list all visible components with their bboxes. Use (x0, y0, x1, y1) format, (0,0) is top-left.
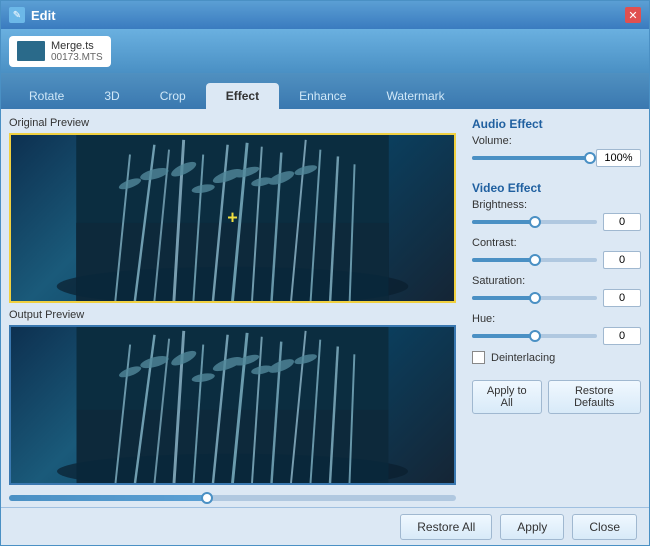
audio-effect-title: Audio Effect (472, 117, 641, 131)
tab-crop[interactable]: Crop (140, 83, 206, 109)
seekbar-fill (9, 495, 206, 501)
volume-label: Volume: (472, 135, 641, 147)
deinterlacing-label: Deinterlacing (491, 352, 555, 364)
output-preview-box (9, 325, 456, 485)
original-preview-section: Original Preview (9, 117, 456, 303)
brightness-thumb[interactable] (529, 216, 541, 228)
file-bar: Merge.ts 00173.MTS (1, 29, 649, 73)
brightness-slider-row (472, 213, 641, 231)
content-area: Original Preview (1, 109, 649, 507)
hue-label: Hue: (472, 313, 641, 325)
output-preview-image (11, 327, 454, 483)
hue-slider-row (472, 327, 641, 345)
output-svg (11, 327, 454, 483)
video-effect-title: Video Effect (472, 181, 641, 195)
footer: Restore All Apply Close (1, 507, 649, 545)
volume-row: Volume: (472, 135, 641, 167)
saturation-thumb[interactable] (529, 292, 541, 304)
close-window-button[interactable]: ✕ (625, 7, 641, 23)
tab-effect[interactable]: Effect (206, 83, 279, 109)
tab-enhance[interactable]: Enhance (279, 83, 366, 109)
hue-thumb[interactable] (529, 330, 541, 342)
original-preview-box: + (9, 133, 456, 303)
video-effect-section: Video Effect Brightness: Contrast: (472, 181, 641, 364)
brightness-label: Brightness: (472, 199, 641, 211)
volume-track[interactable] (472, 156, 590, 160)
volume-track-thumb[interactable] (584, 152, 596, 164)
crop-crosshair: + (227, 208, 238, 229)
app-icon: ✎ (9, 7, 25, 23)
hue-track[interactable] (472, 334, 597, 338)
file-thumbnail (17, 41, 45, 61)
left-panel: Original Preview (1, 109, 464, 507)
contrast-thumb[interactable] (529, 254, 541, 266)
brightness-track[interactable] (472, 220, 597, 224)
original-preview-image: + (11, 135, 454, 301)
output-preview-label: Output Preview (9, 309, 456, 321)
main-window: ✎ Edit ✕ Merge.ts 00173.MTS Rotate 3D Cr… (0, 0, 650, 546)
tab-watermark[interactable]: Watermark (366, 83, 464, 109)
original-preview-label: Original Preview (9, 117, 456, 129)
effect-action-buttons: Apply to All Restore Defaults (472, 380, 641, 414)
restore-all-button[interactable]: Restore All (400, 514, 492, 540)
hue-fill (472, 334, 535, 338)
tab-rotate[interactable]: Rotate (9, 83, 84, 109)
saturation-input[interactable] (603, 289, 641, 307)
file-info: Merge.ts 00173.MTS (51, 40, 103, 63)
contrast-track[interactable] (472, 258, 597, 262)
file-name: Merge.ts (51, 40, 103, 52)
contrast-input[interactable] (603, 251, 641, 269)
volume-input[interactable] (596, 149, 641, 167)
tab-3d[interactable]: 3D (84, 83, 139, 109)
hue-input[interactable] (603, 327, 641, 345)
tab-bar: Rotate 3D Crop Effect Enhance Watermark (1, 73, 649, 109)
contrast-row: Contrast: (472, 237, 641, 269)
deinterlacing-row: Deinterlacing (472, 351, 641, 364)
contrast-slider-row (472, 251, 641, 269)
brightness-row: Brightness: (472, 199, 641, 231)
output-preview-section: Output Preview (9, 309, 456, 485)
saturation-fill (472, 296, 535, 300)
saturation-slider-row (472, 289, 641, 307)
brightness-input[interactable] (603, 213, 641, 231)
audio-effect-section: Audio Effect Volume: (472, 117, 641, 173)
saturation-label: Saturation: (472, 275, 641, 287)
restore-defaults-button[interactable]: Restore Defaults (548, 380, 642, 414)
deinterlacing-checkbox[interactable] (472, 351, 485, 364)
contrast-label: Contrast: (472, 237, 641, 249)
file-sub: 00173.MTS (51, 52, 103, 63)
brightness-fill (472, 220, 535, 224)
window-title: Edit (31, 8, 625, 23)
hue-row: Hue: (472, 313, 641, 345)
close-button[interactable]: Close (572, 514, 637, 540)
seekbar-container (9, 491, 456, 505)
title-bar: ✎ Edit ✕ (1, 1, 649, 29)
apply-to-all-button[interactable]: Apply to All (472, 380, 542, 414)
contrast-fill (472, 258, 535, 262)
seekbar-thumb[interactable] (201, 492, 213, 504)
saturation-track[interactable] (472, 296, 597, 300)
right-panel: Audio Effect Volume: Video Effect (464, 109, 649, 507)
apply-button[interactable]: Apply (500, 514, 564, 540)
volume-slider-row (472, 149, 641, 167)
seekbar[interactable] (9, 495, 456, 501)
file-item[interactable]: Merge.ts 00173.MTS (9, 36, 111, 67)
saturation-row: Saturation: (472, 275, 641, 307)
volume-track-fill (472, 156, 590, 160)
